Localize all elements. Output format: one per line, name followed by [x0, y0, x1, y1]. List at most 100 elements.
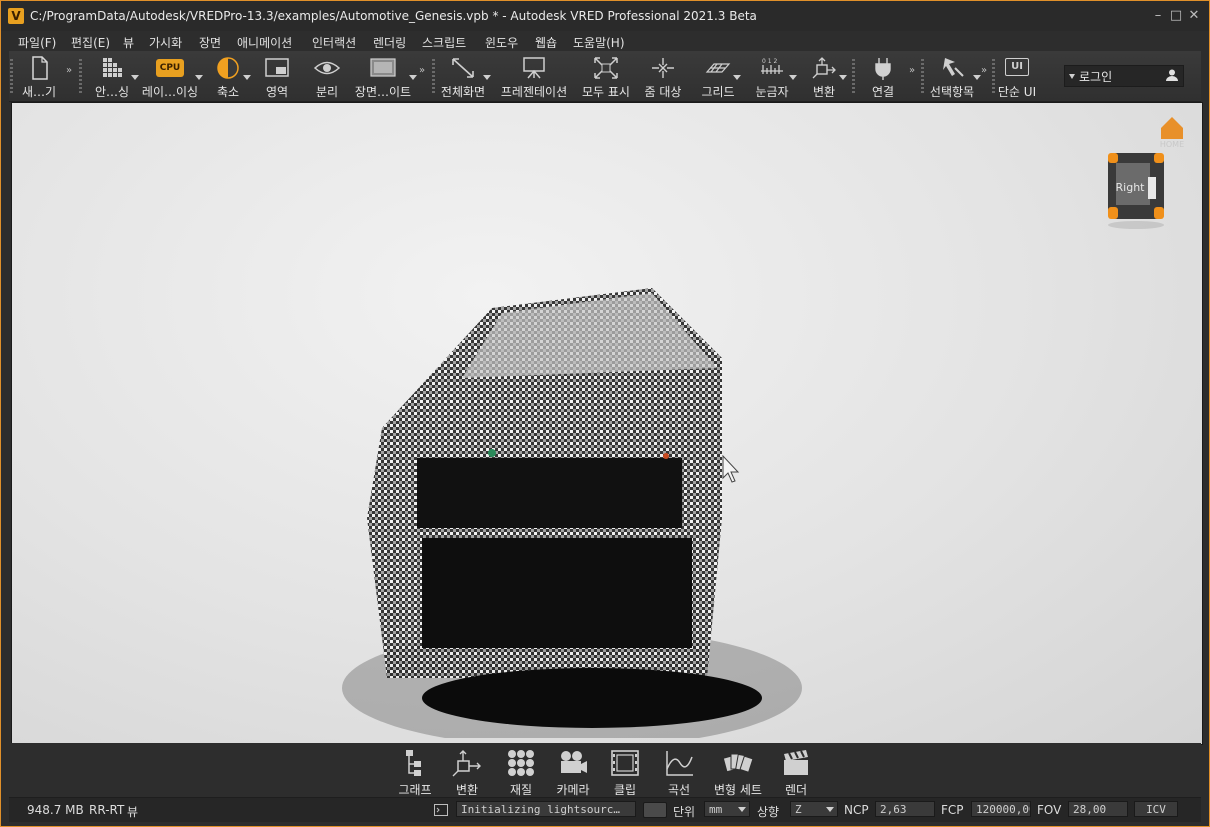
variant-sets-module-button[interactable]: 변형 세트 [709, 747, 767, 797]
menu-script[interactable]: 스크립트 [422, 34, 466, 51]
home-icon[interactable]: HOME [1156, 115, 1188, 149]
fov-input[interactable]: 28,00 [1068, 801, 1128, 817]
toolbar-grip[interactable] [432, 59, 435, 93]
unit-select[interactable]: mm [704, 801, 750, 817]
up-axis-select[interactable]: Z [790, 801, 838, 817]
new-button-label: 새…기 [21, 85, 57, 99]
curve-graph-icon [666, 751, 693, 776]
menu-rendering[interactable]: 렌더링 [373, 34, 406, 51]
transform-module-button[interactable]: 변환 [445, 747, 489, 797]
dropdown-arrow-icon[interactable] [839, 75, 847, 80]
log-message-field[interactable]: Initializing lightsourc… [456, 801, 636, 817]
presentation-button[interactable]: 프레젠테이션 [497, 53, 571, 99]
isolate-button[interactable]: 분리 [307, 53, 347, 99]
ruler-button[interactable]: 0 1 2 눈금자 [749, 53, 797, 99]
icv-button[interactable]: ICV [1134, 801, 1178, 817]
view-all-button[interactable]: 모두 표시 [577, 53, 635, 99]
antialiasing-button[interactable]: 안…싱 [87, 53, 139, 99]
new-file-icon [32, 56, 48, 80]
zoom-target-icon [652, 58, 674, 78]
maximize-icon[interactable]: □ [1169, 9, 1183, 23]
region-label: 영역 [265, 85, 289, 99]
clip-module-label: 클립 [613, 783, 637, 797]
clip-module-button[interactable]: 클립 [605, 747, 645, 797]
scene-plate-button[interactable]: 장면…이트 [351, 53, 417, 99]
tonemapping-button[interactable]: 축소 [207, 53, 251, 99]
toolbar-grip[interactable] [992, 59, 995, 93]
curve-module-button[interactable]: 곡선 [659, 747, 699, 797]
graph-module-button[interactable]: 그래프 [393, 747, 437, 797]
vred-app-icon[interactable]: V [8, 8, 24, 24]
module-bar: 그래프 변환 재질 카메라 클립 곡선 변형 세트 렌더 [9, 743, 1201, 797]
window-title: C:/ProgramData/Autodesk/VREDPro-13.3/exa… [30, 9, 757, 23]
region-button[interactable]: 영역 [257, 53, 297, 99]
toolbar-more-icon[interactable]: » [419, 65, 425, 76]
selection-button[interactable]: 선택항목 [925, 53, 981, 99]
new-button[interactable]: 새…기 [17, 53, 61, 99]
app-window: V C:/ProgramData/Autodesk/VREDPro-13.3/e… [0, 0, 1210, 827]
close-icon[interactable]: ✕ [1187, 9, 1201, 23]
transform-module-label: 변환 [455, 783, 479, 797]
menu-help[interactable]: 도움말(H) [573, 34, 625, 51]
film-clip-icon [611, 750, 639, 776]
render-viewport[interactable]: HOME Right [11, 102, 1203, 745]
clear-log-button[interactable] [643, 802, 667, 818]
terminal-icon[interactable] [434, 804, 448, 816]
view-label[interactable]: 뷰 [127, 803, 138, 820]
menu-window[interactable]: 윈도우 [485, 34, 518, 51]
user-icon [1166, 69, 1178, 81]
fullscreen-button[interactable]: 전체화면 [437, 53, 491, 99]
navigation-cube[interactable]: Right [1104, 149, 1168, 229]
dropdown-arrow-icon[interactable] [131, 75, 139, 80]
dropdown-arrow-icon[interactable] [195, 75, 203, 80]
material-module-label: 재질 [509, 783, 533, 797]
zoom-to-button[interactable]: 줌 대상 [639, 53, 687, 99]
fcp-input[interactable]: 120000,00 [971, 801, 1031, 817]
svg-text:0 1 2: 0 1 2 [762, 58, 777, 65]
menu-edit[interactable]: 편집(E) [71, 34, 110, 51]
status-bar: 948.7 MB RR-RT 뷰 Initializing lightsourc… [9, 797, 1201, 822]
dropdown-arrow-icon[interactable] [243, 75, 251, 80]
toolbar-more-icon[interactable]: » [909, 65, 915, 76]
simple-ui-button[interactable]: UI 단순 UI [997, 53, 1037, 99]
selection-label: 선택항목 [929, 85, 975, 99]
menu-webshop[interactable]: 웹숍 [535, 34, 557, 51]
menu-interaction[interactable]: 인터랙션 [312, 34, 356, 51]
region-icon [265, 58, 289, 77]
selection-cursor-icon [943, 58, 964, 77]
toolbar-grip[interactable] [852, 59, 855, 93]
menu-file[interactable]: 파일(F) [18, 34, 56, 51]
dropdown-arrow-icon[interactable] [973, 75, 981, 80]
menu-view[interactable]: 뷰 [123, 34, 134, 51]
ncp-input[interactable]: 2,63 [875, 801, 935, 817]
menu-scene[interactable]: 장면 [199, 34, 221, 51]
menu-animation[interactable]: 애니메이션 [237, 34, 292, 51]
transform-button[interactable]: 변환 [803, 53, 847, 99]
dropdown-arrow-icon[interactable] [483, 75, 491, 80]
camera-module-button[interactable]: 카메라 [551, 747, 595, 797]
isolate-label: 분리 [315, 85, 339, 99]
fullscreen-label: 전체화면 [440, 85, 486, 99]
menu-visualization[interactable]: 가시화 [149, 34, 182, 51]
connect-label: 연결 [871, 85, 895, 99]
raytracing-label: 레이…이싱 [141, 85, 199, 99]
toolbar-grip[interactable] [10, 59, 13, 93]
grid-label: 그리드 [701, 85, 735, 99]
toolbar-grip[interactable] [921, 59, 924, 93]
minimize-icon[interactable]: – [1151, 9, 1165, 23]
toolbar-grip[interactable] [79, 59, 82, 93]
up-axis-label: 상향 [757, 805, 780, 819]
raytracing-button[interactable]: CPU 레이…이싱 [139, 53, 203, 99]
dropdown-arrow-icon[interactable] [789, 75, 797, 80]
render-module-button[interactable]: 렌더 [777, 747, 815, 797]
up-axis-value: Z [795, 803, 802, 816]
toolbar-more-icon[interactable]: » [66, 65, 72, 76]
view-all-icon [594, 57, 618, 79]
dropdown-arrow-icon[interactable] [409, 75, 417, 80]
login-dropdown[interactable]: 로그인 [1064, 65, 1184, 87]
dropdown-arrow-icon[interactable] [733, 75, 741, 80]
connect-button[interactable]: 연결 [863, 53, 903, 99]
grid-button[interactable]: 그리드 [697, 53, 741, 99]
material-module-button[interactable]: 재질 [499, 747, 543, 797]
toolbar-more-icon[interactable]: » [981, 65, 987, 76]
